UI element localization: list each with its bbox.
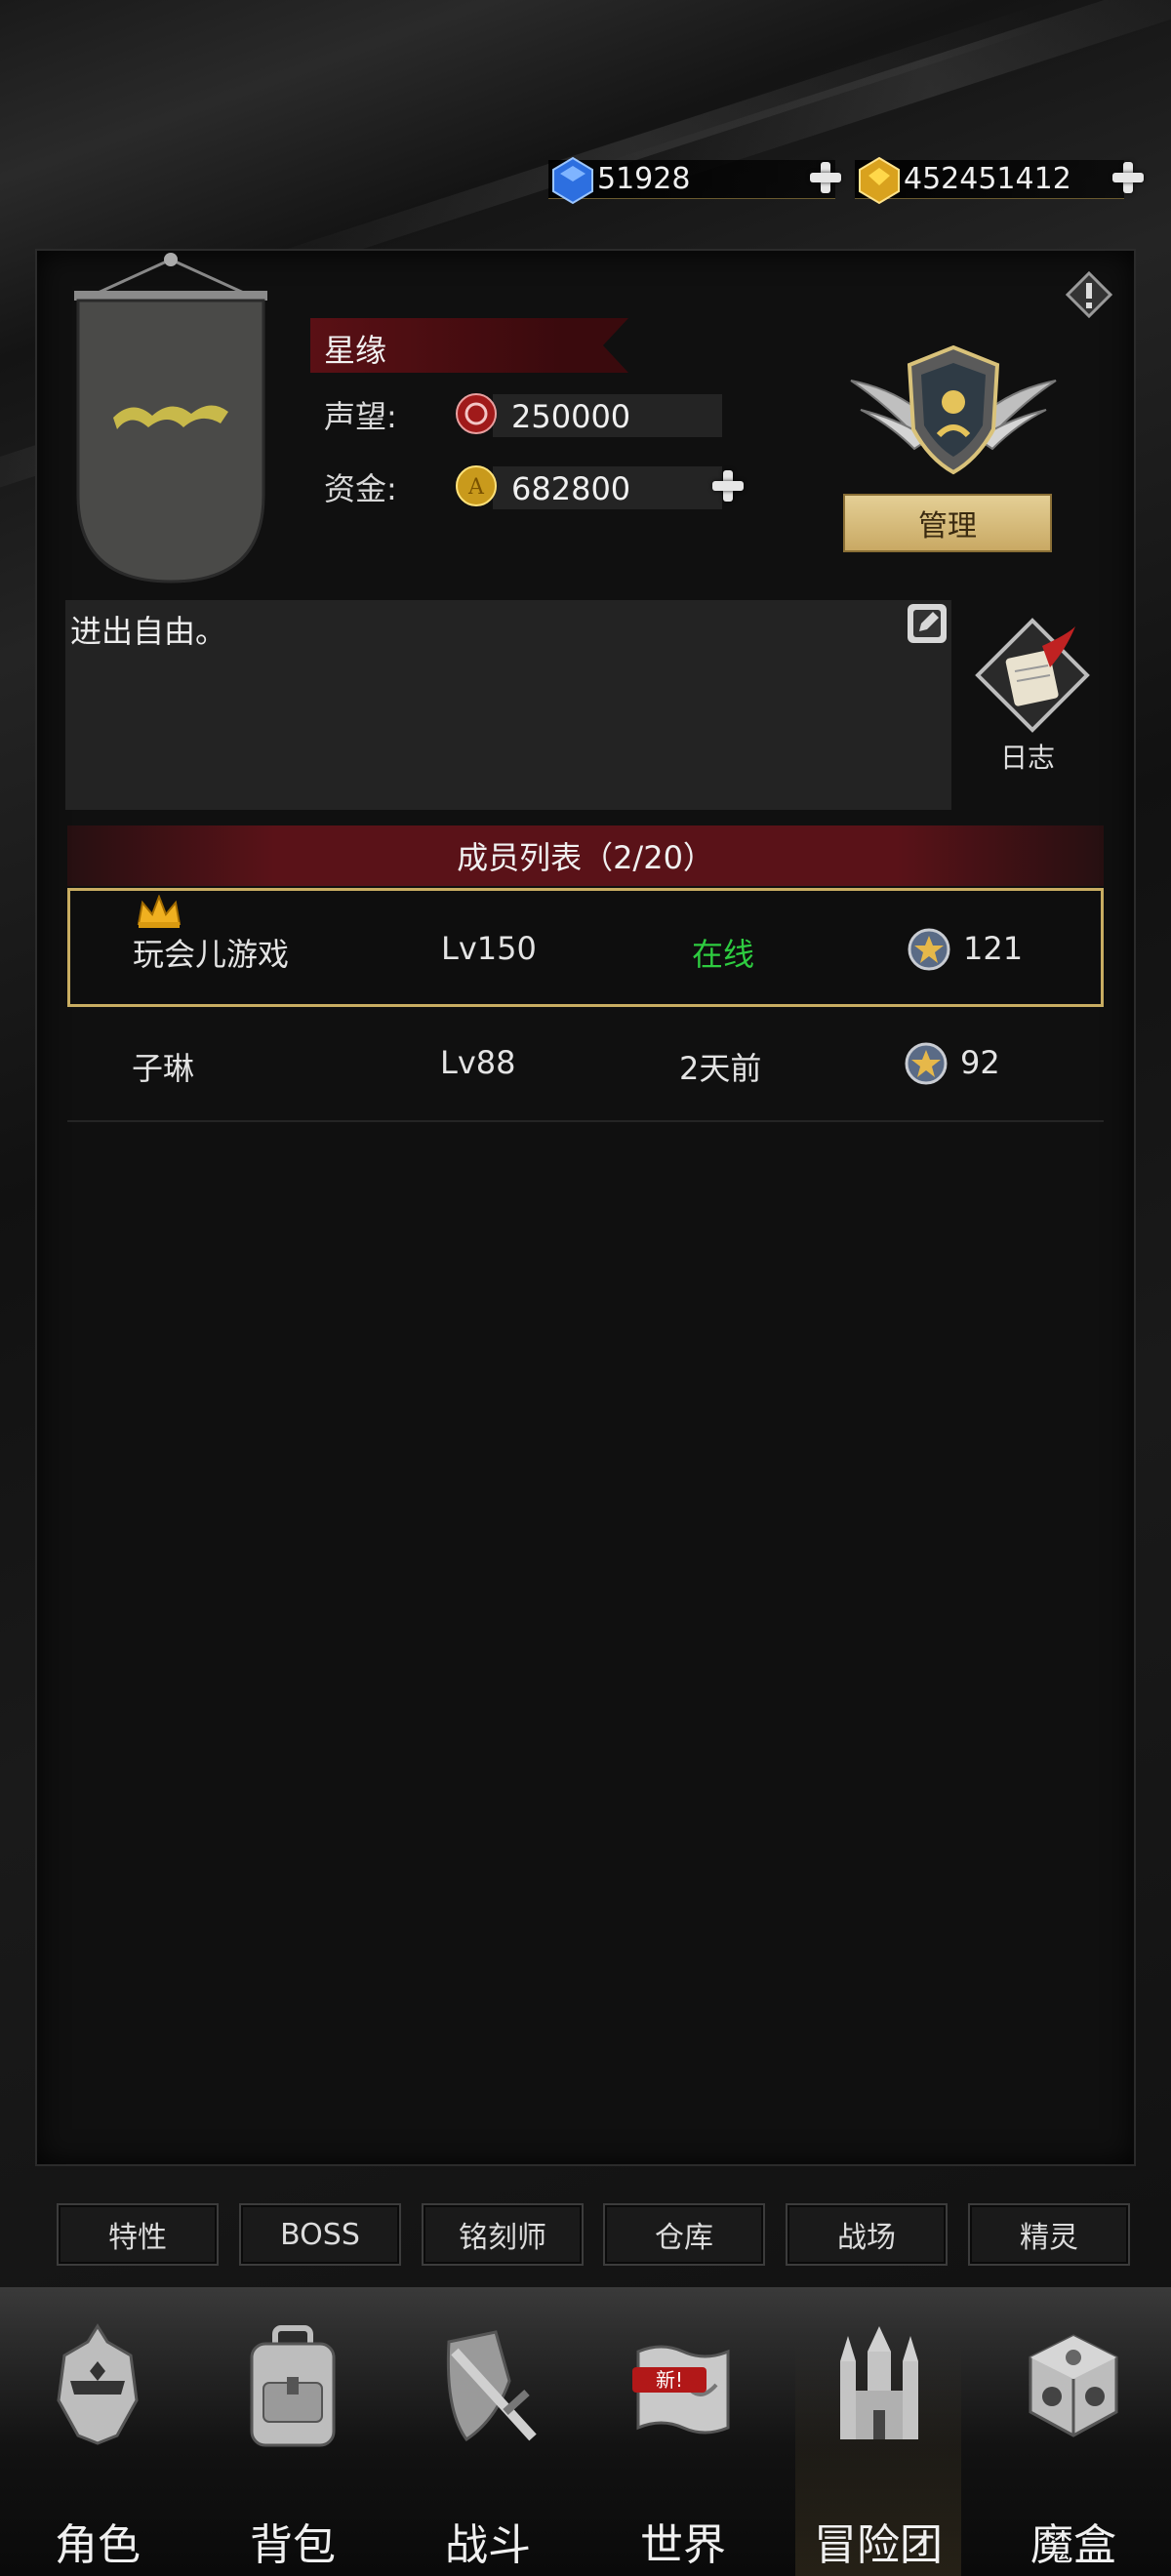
add-gold-button[interactable]: [1110, 160, 1146, 195]
boss-button[interactable]: BOSS: [239, 2203, 401, 2266]
reputation-coin-icon: [456, 393, 497, 434]
engraver-button[interactable]: 铭刻师: [422, 2203, 584, 2266]
blue-gem-icon: [552, 156, 593, 205]
manage-label: 管理: [918, 509, 977, 543]
scroll-quill-icon[interactable]: [974, 617, 1091, 734]
guild-name-ribbon: 星缘: [310, 318, 628, 373]
backpack-icon: [250, 2325, 336, 2447]
gold-coin-icon: A: [456, 465, 497, 506]
nav-backpack[interactable]: 背包: [195, 2287, 390, 2576]
member-score: 92: [960, 1044, 1000, 1081]
nav-label: 背包: [250, 2520, 336, 2570]
battlefield-button[interactable]: 战场: [786, 2203, 948, 2266]
nav-label: 魔盒: [1030, 2520, 1116, 2570]
diamond-amount: 51928: [597, 162, 691, 196]
nav-magic-box[interactable]: 魔盒: [976, 2287, 1171, 2576]
nav-label: 冒险团: [814, 2520, 943, 2570]
gold-amount: 452451412: [904, 162, 1071, 196]
member-list-title: 成员列表（2/20）: [457, 839, 714, 876]
traits-button[interactable]: 特性: [57, 2203, 219, 2266]
edit-icon[interactable]: [906, 602, 949, 645]
member-level: Lv88: [440, 1044, 516, 1081]
nav-label: 世界: [640, 2520, 726, 2570]
guild-banner-icon: [74, 253, 267, 584]
member-row[interactable]: 玩会儿游戏 Lv150 在线 121: [67, 888, 1104, 1007]
traits-label: 特性: [108, 2221, 167, 2255]
engraver-label: 铭刻师: [459, 2221, 546, 2255]
new-badge: 新!: [656, 2368, 683, 2392]
add-funds-button[interactable]: [710, 468, 746, 503]
sword-shield-icon: [446, 2330, 537, 2442]
guild-name: 星缘: [324, 332, 387, 369]
boss-label: BOSS: [280, 2217, 360, 2252]
cube-icon: [1029, 2334, 1118, 2437]
warehouse-button[interactable]: 仓库: [603, 2203, 765, 2266]
gold-gem-icon: [859, 156, 900, 205]
nav-adventure-group[interactable]: 冒险团: [795, 2287, 961, 2576]
member-status: 2天前: [679, 1050, 762, 1087]
nav-character[interactable]: 角色: [0, 2287, 195, 2576]
member-level: Lv150: [441, 930, 537, 967]
warning-icon[interactable]: [1066, 271, 1112, 318]
warehouse-label: 仓库: [655, 2221, 713, 2255]
castle-icon: [840, 2326, 918, 2439]
map-scroll-icon: 新!: [632, 2345, 730, 2435]
reputation-value: 250000: [511, 398, 631, 435]
nav-label: 战斗: [445, 2520, 531, 2570]
log-label[interactable]: 日志: [1000, 737, 1055, 776]
member-name: 玩会儿游戏: [133, 936, 290, 973]
guild-emblem-icon: [850, 344, 1057, 475]
svg-text:A: A: [467, 475, 485, 500]
nav-world[interactable]: 新! 世界: [586, 2287, 781, 2576]
member-row[interactable]: 子琳 Lv88 2天前 92: [67, 1005, 1104, 1124]
gold-currency: 452451412: [855, 156, 1124, 205]
star-medal-icon: [905, 1042, 948, 1085]
nav-battle[interactable]: 战斗: [390, 2287, 586, 2576]
spirit-label: 精灵: [1020, 2221, 1078, 2255]
guild-screen: 51928 452451412 星缘 声望: 250000 资金: A 6828…: [0, 0, 1171, 2576]
guild-notice-text: 进出自由。: [70, 613, 227, 650]
member-score: 121: [963, 930, 1024, 967]
battlefield-label: 战场: [837, 2221, 896, 2255]
nav-label: 角色: [55, 2520, 141, 2570]
member-list-header: 成员列表（2/20）: [67, 825, 1104, 886]
reputation-label: 声望:: [324, 398, 397, 435]
star-medal-icon: [908, 928, 950, 971]
funds-value: 682800: [511, 470, 631, 507]
crown-icon: [137, 895, 182, 928]
member-name: 子琳: [132, 1050, 195, 1087]
manage-button[interactable]: 管理: [843, 494, 1052, 552]
row-divider: [67, 1120, 1104, 1122]
helmet-icon: [57, 2323, 139, 2445]
spirit-button[interactable]: 精灵: [968, 2203, 1130, 2266]
diamond-currency: 51928: [548, 156, 835, 205]
funds-label: 资金:: [324, 470, 397, 507]
member-status: 在线: [692, 936, 755, 973]
add-diamond-button[interactable]: [808, 160, 843, 195]
